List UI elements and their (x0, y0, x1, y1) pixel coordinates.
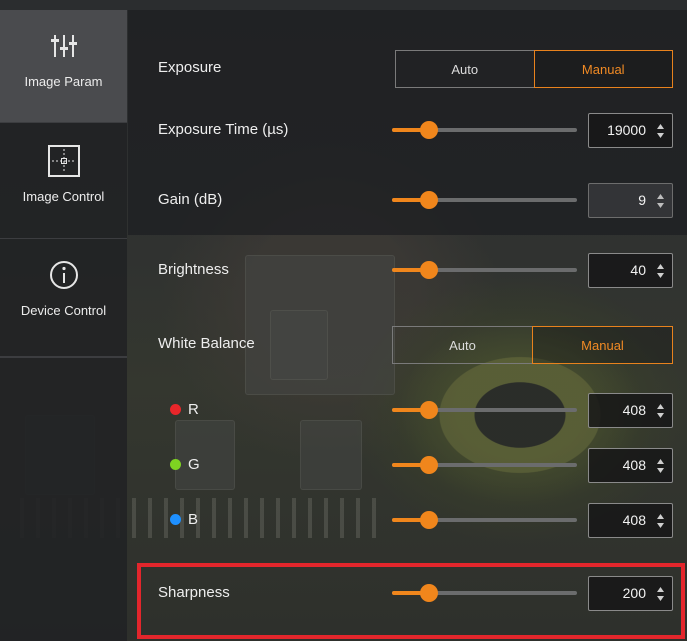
image-param-panel: Exposure Auto Manual Exposure Time (µs) … (127, 10, 687, 641)
tab-label: Image Control (22, 189, 105, 204)
exposure-time-value: 19000 (607, 122, 646, 138)
channel-b-value: 408 (622, 512, 646, 528)
sharpness-highlight-box (137, 563, 685, 639)
red-dot-icon (170, 404, 181, 415)
tab-label: Device Control (20, 303, 107, 318)
channel-g-value: 408 (622, 457, 646, 473)
spin-arrows-icon[interactable] (656, 458, 665, 474)
exposure-auto-button[interactable]: Auto (396, 51, 534, 87)
tab-image-param[interactable]: Image Param (0, 10, 127, 123)
channel-r-slider[interactable] (392, 400, 577, 420)
spin-arrows-icon[interactable] (656, 403, 665, 419)
exposure-time-label: Exposure Time (µs) (158, 121, 289, 138)
channel-b-slider[interactable] (392, 510, 577, 530)
tab-device-control[interactable]: Device Control (0, 239, 127, 357)
channel-b-label: B (170, 511, 198, 528)
slider-handle[interactable] (420, 191, 438, 209)
exposure-mode-toggle: Auto Manual (395, 50, 673, 88)
brightness-spinbox[interactable]: 40 (588, 253, 673, 288)
white-balance-mode-toggle: Auto Manual (392, 326, 673, 364)
spin-arrows-icon[interactable] (656, 263, 665, 279)
brightness-label: Brightness (158, 261, 229, 278)
channel-b-spinbox[interactable]: 408 (588, 503, 673, 538)
spin-arrows-icon[interactable] (656, 193, 665, 209)
spin-arrows-icon[interactable] (656, 513, 665, 529)
gain-label: Gain (dB) (158, 191, 223, 208)
camera-settings-window: Image Param Image Control Device Control… (0, 0, 687, 641)
slider-handle[interactable] (420, 456, 438, 474)
spin-arrows-icon[interactable] (656, 123, 665, 139)
crosshair-frame-icon (44, 141, 84, 181)
sidebar: Image Param Image Control Device Control (0, 10, 127, 641)
channel-g-spinbox[interactable]: 408 (588, 448, 673, 483)
exposure-manual-button[interactable]: Manual (533, 50, 673, 88)
slider-handle[interactable] (420, 261, 438, 279)
slider-handle[interactable] (420, 121, 438, 139)
sidebar-empty-area (0, 357, 127, 641)
green-dot-icon (170, 459, 181, 470)
brightness-value: 40 (630, 262, 646, 278)
gain-spinbox[interactable]: 9 (588, 183, 673, 218)
gain-slider[interactable] (392, 190, 577, 210)
exposure-label: Exposure (158, 59, 222, 76)
slider-handle[interactable] (420, 511, 438, 529)
slider-handle[interactable] (420, 401, 438, 419)
white-balance-label: White Balance (158, 335, 255, 352)
blue-dot-icon (170, 514, 181, 525)
white-balance-manual-button[interactable]: Manual (532, 326, 673, 364)
channel-r-spinbox[interactable]: 408 (588, 393, 673, 428)
channel-r-label: R (170, 401, 199, 418)
exposure-time-spinbox[interactable]: 19000 (588, 113, 673, 148)
channel-b-text: B (188, 511, 199, 528)
sliders-icon (44, 26, 84, 66)
tab-image-control[interactable]: Image Control (0, 125, 127, 239)
exposure-time-slider[interactable] (392, 120, 577, 140)
channel-g-text: G (188, 456, 200, 473)
channel-r-value: 408 (622, 402, 646, 418)
tab-label: Image Param (24, 74, 103, 89)
channel-r-text: R (188, 401, 199, 418)
channel-g-slider[interactable] (392, 455, 577, 475)
white-balance-auto-button[interactable]: Auto (393, 327, 532, 363)
channel-g-label: G (170, 456, 200, 473)
brightness-slider[interactable] (392, 260, 577, 280)
gain-value: 9 (638, 192, 646, 208)
info-circle-icon (44, 255, 84, 295)
